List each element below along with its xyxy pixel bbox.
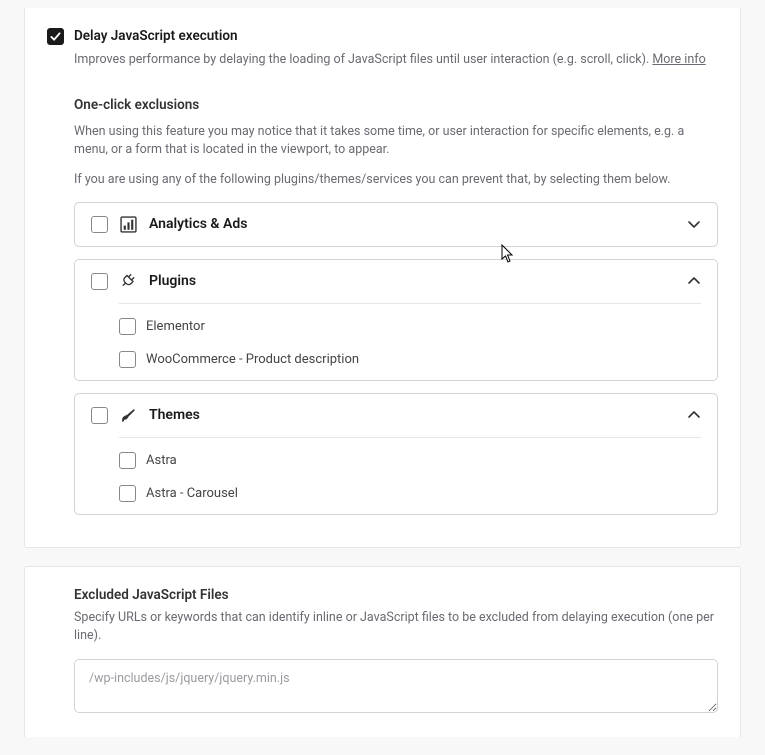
plugin-item-checkbox[interactable] xyxy=(119,318,136,335)
excluded-heading: Excluded JavaScript Files xyxy=(74,587,718,603)
plugins-checkbox[interactable] xyxy=(91,273,108,290)
accordion-analytics-title: Analytics & Ads xyxy=(149,216,675,232)
accordion-themes-body: Astra Astra - Carousel xyxy=(119,437,701,510)
accordion-plugins-title: Plugins xyxy=(149,273,675,289)
accordion-analytics-header[interactable]: Analytics & Ads xyxy=(75,203,717,246)
delay-js-title: Delay JavaScript execution xyxy=(74,28,238,45)
plug-icon xyxy=(120,273,137,290)
excluded-description: Specify URLs or keywords that can identi… xyxy=(74,609,718,645)
accordion-analytics: Analytics & Ads xyxy=(74,202,718,247)
plugin-item-label: WooCommerce - Product description xyxy=(146,352,359,367)
list-item: Astra xyxy=(119,444,701,477)
accordion-plugins-header[interactable]: Plugins xyxy=(75,260,717,303)
list-item: Elementor xyxy=(119,310,701,343)
excluded-files-textarea[interactable] xyxy=(74,659,718,713)
accordion-plugins-body: Elementor WooCommerce - Product descript… xyxy=(119,303,701,376)
theme-item-label: Astra - Carousel xyxy=(146,486,238,501)
more-info-link[interactable]: More info xyxy=(652,52,705,67)
exclusions-text-1: When using this feature you may notice t… xyxy=(74,123,718,159)
theme-item-checkbox[interactable] xyxy=(119,485,136,502)
bar-chart-icon xyxy=(120,216,137,233)
list-item: Astra - Carousel xyxy=(119,477,701,510)
theme-item-label: Astra xyxy=(146,453,177,468)
theme-item-checkbox[interactable] xyxy=(119,452,136,469)
chevron-up-icon xyxy=(687,408,701,422)
plugin-item-label: Elementor xyxy=(146,319,205,334)
chevron-down-icon xyxy=(687,217,701,231)
accordion-themes-title: Themes xyxy=(149,407,675,423)
exclusions-heading: One-click exclusions xyxy=(74,97,718,113)
analytics-checkbox[interactable] xyxy=(91,216,108,233)
list-item: WooCommerce - Product description xyxy=(119,343,701,376)
accordion-plugins: Plugins Elementor WooCommerce - Product xyxy=(74,259,718,381)
accordion-themes: Themes Astra Astra - Carousel xyxy=(74,393,718,515)
plugin-item-checkbox[interactable] xyxy=(119,351,136,368)
themes-checkbox[interactable] xyxy=(91,407,108,424)
exclusions-text-2: If you are using any of the following pl… xyxy=(74,171,718,189)
paintbrush-icon xyxy=(120,407,137,424)
delay-js-checkbox[interactable] xyxy=(47,28,64,45)
chevron-up-icon xyxy=(687,274,701,288)
delay-js-description: Improves performance by delaying the loa… xyxy=(74,51,718,69)
accordion-themes-header[interactable]: Themes xyxy=(75,394,717,437)
